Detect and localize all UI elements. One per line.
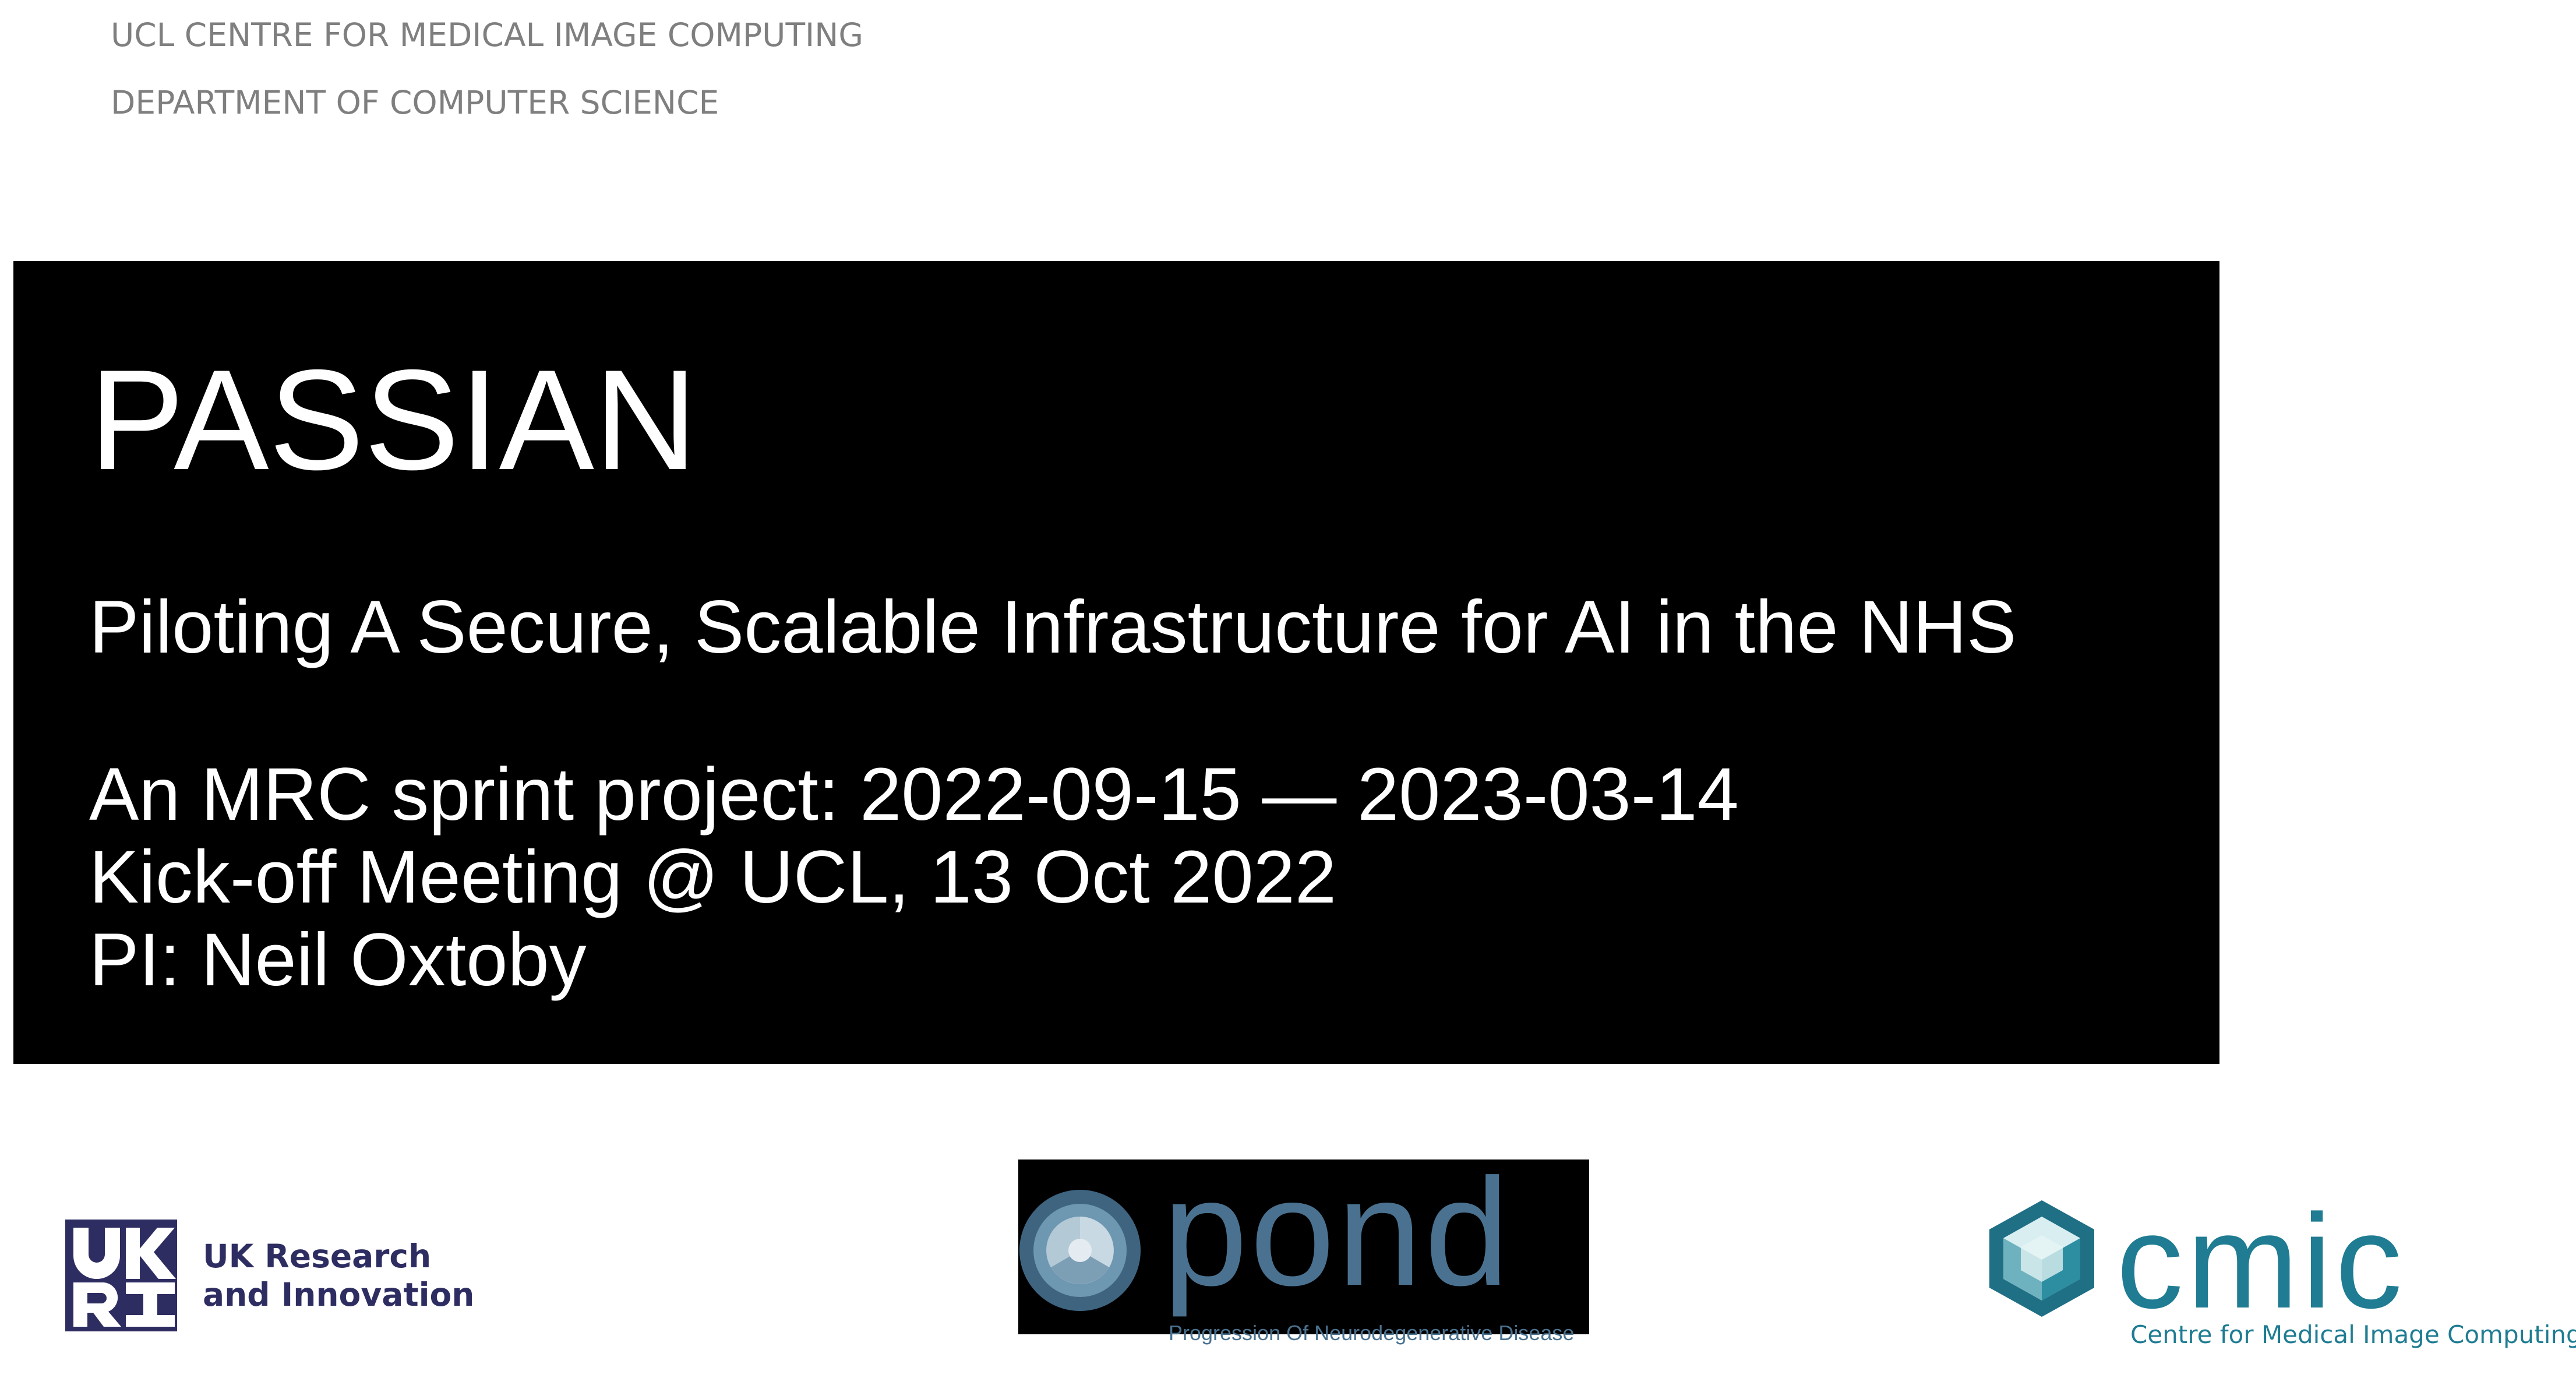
meeting-info: Kick-off Meeting @ UCL, 13 Oct 2022 <box>89 836 1336 919</box>
ukri-text-line2: and Innovation <box>203 1276 475 1313</box>
pond-caption: Progression Of Neurodegenerative Disease <box>1169 1321 1575 1345</box>
cmic-logo: cmic Centre for Medical Image Computing <box>1984 1186 2576 1369</box>
project-dates: An MRC sprint project: 2022-09-15 — 2023… <box>89 753 1739 836</box>
cmic-wordmark: cmic <box>2116 1186 2406 1336</box>
slide-subtitle: Piloting A Secure, Scalable Infrastructu… <box>89 586 2017 669</box>
ukri-text-line1: UK Research <box>203 1238 432 1275</box>
ukri-wordmark: UK Research and Innovation <box>203 1237 474 1314</box>
ukri-mark-icon <box>65 1220 177 1331</box>
principal-investigator: PI: Neil Oxtoby <box>89 918 587 1002</box>
pond-logo: pond Progression Of Neurodegenerative Di… <box>1018 1156 1589 1349</box>
pond-circle-icon <box>1018 1189 1142 1315</box>
slide-title: PASSIAN <box>89 340 697 499</box>
pond-wordmark: pond <box>1163 1147 1512 1317</box>
header-department-name: DEPARTMENT OF COMPUTER SCIENCE <box>111 84 719 121</box>
cmic-hexagon-icon <box>1984 1194 2100 1326</box>
title-panel: PASSIAN Piloting A Secure, Scalable Infr… <box>13 261 2219 1064</box>
header-centre-name: UCL CENTRE FOR MEDICAL IMAGE COMPUTING <box>111 16 864 54</box>
project-info: An MRC sprint project: 2022-09-15 — 2023… <box>89 753 1739 1002</box>
cmic-caption: Centre for Medical Image Computing <box>2130 1320 2576 1349</box>
ukri-logo: UK Research and Innovation <box>65 1220 474 1331</box>
